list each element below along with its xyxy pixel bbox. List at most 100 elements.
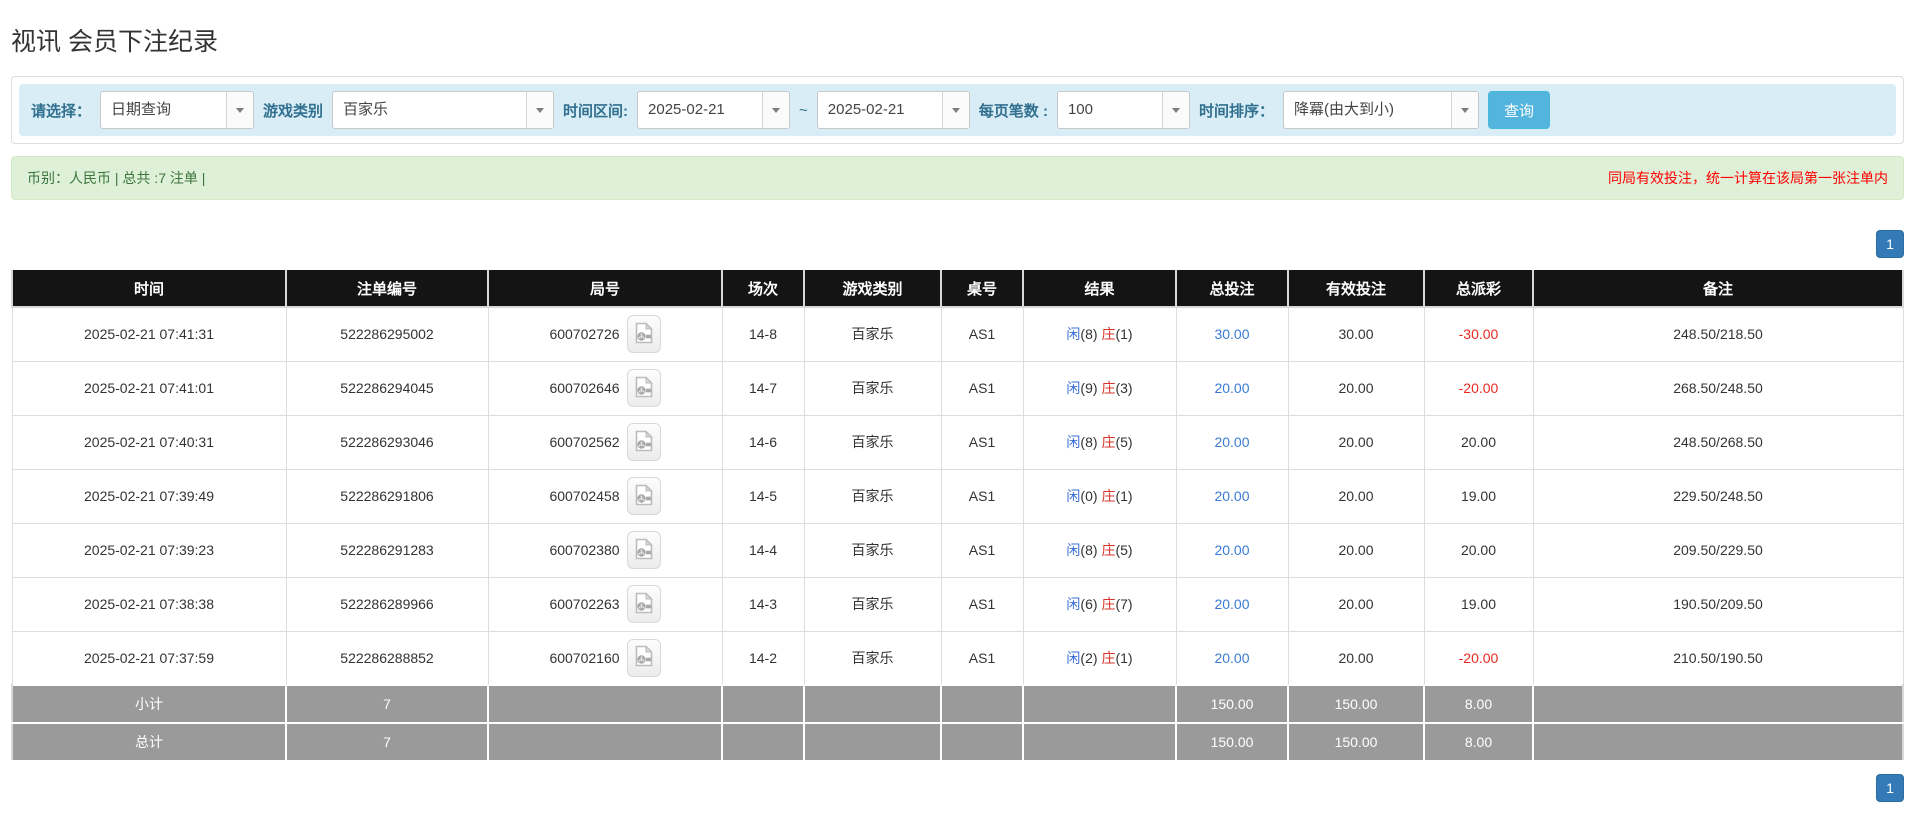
date-to-combobox[interactable]: 2025-02-21: [816, 91, 970, 129]
header-total-bet: 总投注: [1175, 270, 1289, 308]
time-sort-combobox[interactable]: 降冪(由大到小): [1282, 91, 1479, 129]
cell-round-id: 600702726: [487, 306, 723, 362]
round-id-value: 600702263: [549, 596, 620, 612]
cell-valid-bet: 20.00: [1287, 630, 1425, 686]
page-1-button[interactable]: 1: [1876, 230, 1904, 258]
total-bet-link[interactable]: 20.00: [1214, 650, 1249, 666]
cell-game-category: 百家乐: [803, 306, 942, 362]
game-category-combobox[interactable]: 百家乐: [332, 91, 555, 129]
table-row: 2025-02-21 07:38:38 522286289966 600702263…: [11, 576, 1904, 632]
cell-result: 闲(8) 庄(5): [1022, 414, 1177, 470]
cell-time: 2025-02-21 07:41:31: [11, 306, 287, 362]
total-total-bet: 150.00: [1175, 722, 1289, 762]
table-header: 时间 注单编号 局号 场次 游戏类别 桌号 结果 总投注 有效投注 总派彩 备注: [11, 270, 1904, 308]
video-file-icon: [635, 483, 653, 509]
cell-payout: -30.00: [1423, 306, 1534, 362]
query-type-combobox[interactable]: 日期查询: [100, 91, 255, 129]
chevron-down-icon[interactable]: [1161, 92, 1189, 128]
video-replay-button[interactable]: [626, 477, 661, 515]
video-replay-button[interactable]: [626, 423, 661, 461]
round-id-value: 600702562: [549, 434, 620, 450]
time-sort-value: 降冪(由大到小): [1293, 101, 1394, 118]
result-player-score: (8): [1080, 542, 1098, 558]
cell-payout: -20.00: [1423, 360, 1534, 416]
result-banker-score: (3): [1115, 380, 1133, 396]
cell-game-category: 百家乐: [803, 468, 942, 524]
table-row: 2025-02-21 07:41:31 522286295002 600702726…: [11, 306, 1904, 362]
total-bet-link[interactable]: 20.00: [1214, 488, 1249, 504]
video-file-icon: [635, 537, 653, 563]
cell-time: 2025-02-21 07:37:59: [11, 630, 287, 686]
result-player-score: (6): [1080, 596, 1098, 612]
cell-result: 闲(8) 庄(1): [1022, 306, 1177, 362]
cell-time: 2025-02-21 07:41:01: [11, 360, 287, 416]
video-file-icon: [635, 375, 653, 401]
subtotal-total-bet: 150.00: [1175, 684, 1289, 724]
chevron-down-icon[interactable]: [762, 92, 790, 128]
total-valid-bet: 150.00: [1287, 722, 1425, 762]
filter-bar: 请选择： 日期查询 游戏类别 百家乐 时间区间: 2025-02-21 ~ 20…: [19, 84, 1896, 136]
result-banker-score: (5): [1115, 434, 1133, 450]
chevron-down-icon[interactable]: [526, 92, 554, 128]
result-player-score: (2): [1080, 649, 1098, 666]
result-player: 闲: [1066, 326, 1081, 343]
subtotal-row: 小计 7 150.00 150.00 8.00: [11, 684, 1904, 724]
payout-value: -20.00: [1458, 649, 1499, 666]
header-session: 场次: [721, 270, 805, 308]
result-player: 闲: [1066, 596, 1081, 612]
total-bet-link[interactable]: 30.00: [1214, 326, 1249, 342]
page-1-button[interactable]: 1: [1876, 774, 1904, 802]
cell-round-id: 600702458: [487, 468, 723, 524]
cell-result: 闲(9) 庄(3): [1022, 360, 1177, 416]
video-replay-button[interactable]: [626, 585, 661, 623]
total-row: 总计 7 150.00 150.00 8.00: [11, 722, 1904, 762]
query-type-value: 日期查询: [111, 101, 172, 118]
result-banker: 庄: [1101, 596, 1116, 612]
game-category-value: 百家乐: [343, 101, 389, 118]
header-bet-id: 注单编号: [285, 270, 489, 308]
video-replay-button[interactable]: [626, 638, 661, 677]
filter-panel: 请选择： 日期查询 游戏类别 百家乐 时间区间: 2025-02-21 ~ 20…: [11, 76, 1904, 144]
cell-payout: 20.00: [1423, 522, 1534, 578]
video-replay-button[interactable]: [626, 315, 661, 354]
query-button[interactable]: 查询: [1487, 91, 1550, 129]
cell-note: 190.50/209.50: [1532, 576, 1904, 632]
video-replay-button[interactable]: [626, 531, 661, 569]
chevron-down-icon[interactable]: [1450, 92, 1478, 128]
cell-result: 闲(8) 庄(5): [1022, 522, 1177, 578]
cell-game-category: 百家乐: [803, 522, 942, 578]
result-player: 闲: [1066, 488, 1081, 504]
result-player: 闲: [1066, 380, 1081, 396]
cell-total-bet: 20.00: [1175, 630, 1289, 686]
time-sort-label: 时间排序：: [1198, 102, 1274, 120]
cell-session: 14-3: [721, 576, 805, 632]
cell-payout: 19.00: [1423, 576, 1534, 632]
table-footer: 小计 7 150.00 150.00 8.00 总计 7 150.00 150.…: [11, 684, 1904, 762]
page-title: 视讯 会员下注纪录: [11, 28, 218, 56]
result-banker-score: (1): [1115, 488, 1133, 504]
result-banker: 庄: [1101, 649, 1116, 666]
header-note: 备注: [1532, 270, 1904, 308]
result-player-score: (8): [1080, 434, 1098, 450]
total-bet-link[interactable]: 20.00: [1214, 542, 1249, 558]
result-player-score: (8): [1080, 326, 1098, 343]
cell-session: 14-4: [721, 522, 805, 578]
video-replay-button[interactable]: [626, 369, 661, 407]
pagination-bottom: 1: [11, 774, 1904, 802]
total-bet-link[interactable]: 20.00: [1214, 380, 1249, 396]
cell-valid-bet: 20.00: [1287, 522, 1425, 578]
round-id-value: 600702380: [549, 542, 620, 558]
cell-bet-id: 522286293046: [285, 414, 489, 470]
cell-round-id: 600702646: [487, 360, 723, 416]
total-bet-link[interactable]: 20.00: [1214, 596, 1249, 612]
result-player: 闲: [1066, 542, 1081, 558]
cell-time: 2025-02-21 07:38:38: [11, 576, 287, 632]
chevron-down-icon[interactable]: [941, 92, 969, 128]
chevron-down-icon[interactable]: [226, 92, 254, 128]
cell-round-id: 600702562: [487, 414, 723, 470]
date-from-combobox[interactable]: 2025-02-21: [637, 91, 791, 129]
header-time: 时间: [11, 270, 287, 308]
payout-value: -30.00: [1458, 326, 1499, 343]
total-bet-link[interactable]: 20.00: [1214, 434, 1249, 450]
page-size-combobox[interactable]: 100: [1056, 91, 1190, 129]
